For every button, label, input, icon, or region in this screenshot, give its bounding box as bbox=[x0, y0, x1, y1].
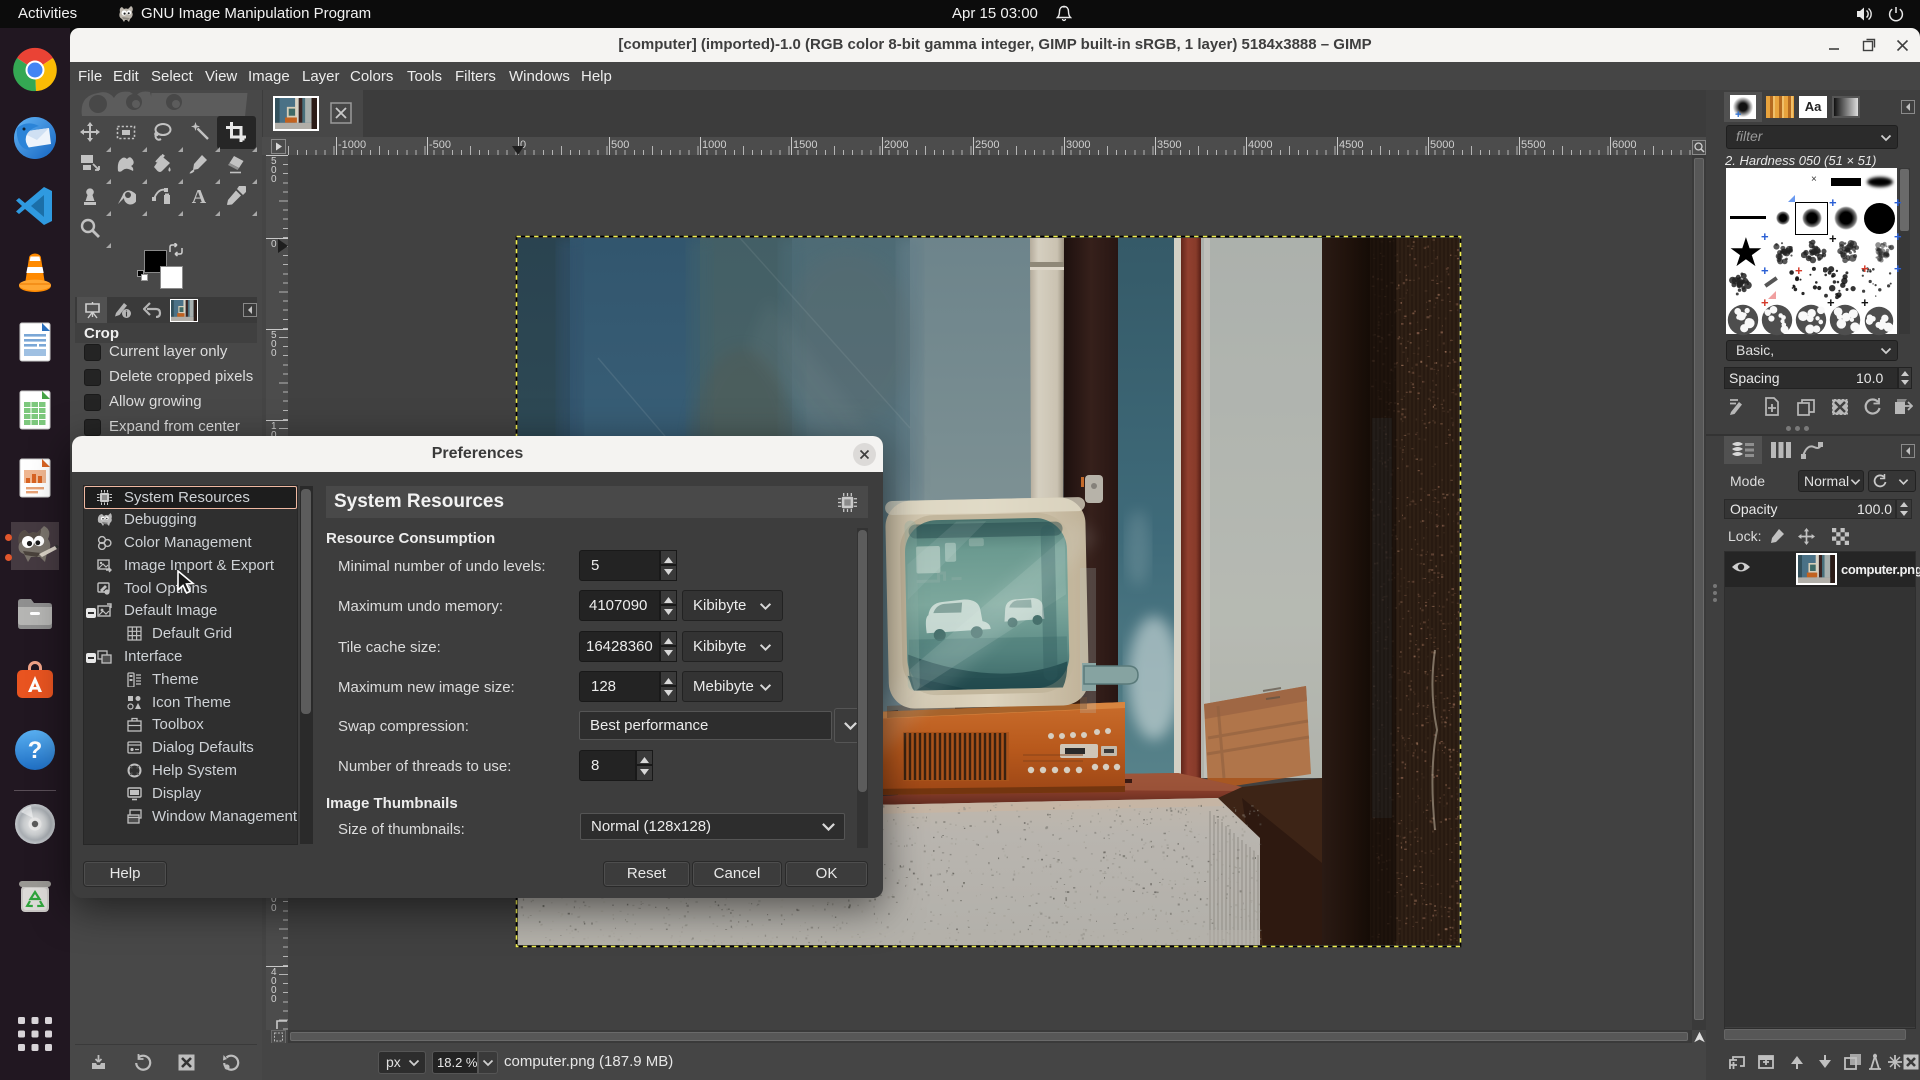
svg-text:?: ? bbox=[28, 737, 43, 764]
svg-text:A: A bbox=[192, 186, 207, 206]
svg-text:i: i bbox=[125, 310, 127, 319]
